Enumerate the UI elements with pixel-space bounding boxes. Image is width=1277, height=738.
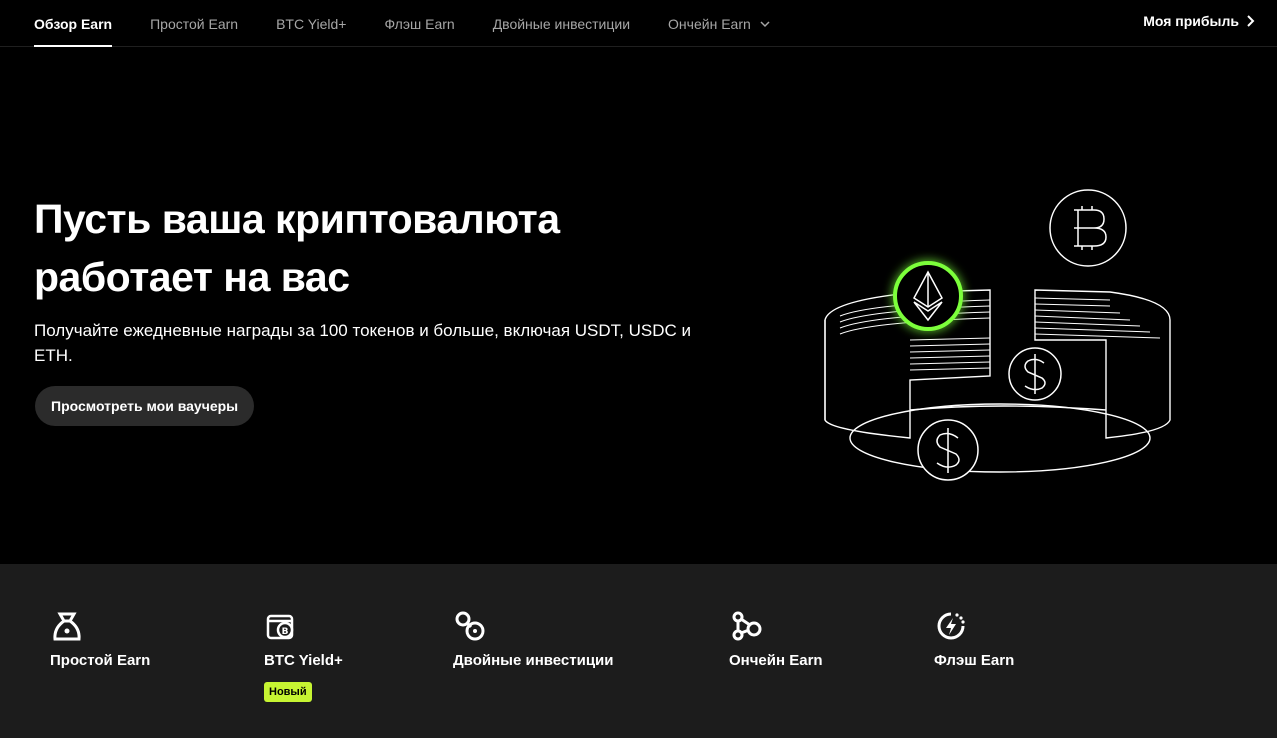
- product-label: Флэш Earn: [934, 652, 1015, 669]
- tab-label: Простой Earn: [150, 15, 239, 32]
- tab-label: Обзор Earn: [34, 15, 113, 32]
- dual-coins-icon: [455, 611, 485, 641]
- product-flash-earn[interactable]: Флэш Earn: [934, 608, 1014, 669]
- dollar-coin-icon: [1008, 347, 1062, 401]
- tab-simple-earn[interactable]: Простой Earn: [150, 0, 238, 47]
- hero-title-line-1: Пусть ваша криптовалюта: [34, 196, 560, 242]
- product-dual-investment[interactable]: Двойные инвестиции: [453, 608, 614, 669]
- lightning-clock-icon: [937, 612, 965, 640]
- tab-label: Ончейн Earn: [668, 15, 751, 32]
- tab-label: Флэш Earn: [384, 15, 455, 32]
- product-onchain-earn[interactable]: Ончейн Earn: [729, 608, 823, 669]
- chain-nodes-icon: [732, 611, 762, 641]
- money-bag-icon: [53, 612, 81, 641]
- tab-flash-earn[interactable]: Флэш Earn: [385, 0, 455, 47]
- dollar-coin-icon: [917, 419, 979, 481]
- tab-earn-overview[interactable]: Обзор Earn: [34, 0, 113, 47]
- my-profit-label: Моя прибыль: [1143, 13, 1239, 29]
- earn-products-panel: Простой Earn B BTC Yield+ Новый Двойные …: [0, 564, 1277, 738]
- hero-title: Пусть ваша криптовалюта работает на вас: [34, 190, 674, 306]
- top-nav: Обзор Earn Простой Earn BTC Yield+ Флэш …: [0, 0, 1277, 47]
- tab-label: BTC Yield+: [276, 15, 347, 32]
- earn-tabs: Обзор Earn Простой Earn BTC Yield+ Флэш …: [34, 0, 809, 47]
- chevron-right-icon: [1247, 15, 1255, 27]
- earn-illustration: [824, 189, 1171, 481]
- bitcoin-coin-icon: [1049, 189, 1127, 267]
- hero-title-line-2: работает на вас: [34, 254, 350, 300]
- product-label: Ончейн Earn: [729, 652, 823, 669]
- hero-subtitle: Получайте ежедневные награды за 100 токе…: [34, 321, 691, 365]
- my-profit-link[interactable]: Моя прибыль: [1143, 0, 1255, 42]
- ethereum-coin-icon: [893, 261, 963, 331]
- product-label: BTC Yield+: [264, 652, 343, 669]
- tab-dual-investment[interactable]: Двойные инвестиции: [493, 0, 630, 47]
- product-simple-earn[interactable]: Простой Earn: [50, 608, 150, 669]
- product-label: Двойные инвестиции: [453, 652, 614, 669]
- chevron-down-icon: [760, 20, 770, 27]
- tab-btc-yield[interactable]: BTC Yield+: [276, 0, 346, 47]
- svg-text:B: B: [282, 627, 289, 637]
- product-label: Простой Earn: [50, 652, 151, 669]
- view-vouchers-button[interactable]: Просмотреть мои ваучеры: [35, 386, 255, 426]
- new-badge: Новый: [264, 682, 312, 702]
- btc-wallet-icon: B: [266, 614, 294, 640]
- product-btc-yield[interactable]: B BTC Yield+ Новый: [264, 608, 343, 702]
- tab-label: Двойные инвестиции: [492, 15, 631, 32]
- tab-onchain-earn[interactable]: Ончейн Earn: [668, 0, 771, 47]
